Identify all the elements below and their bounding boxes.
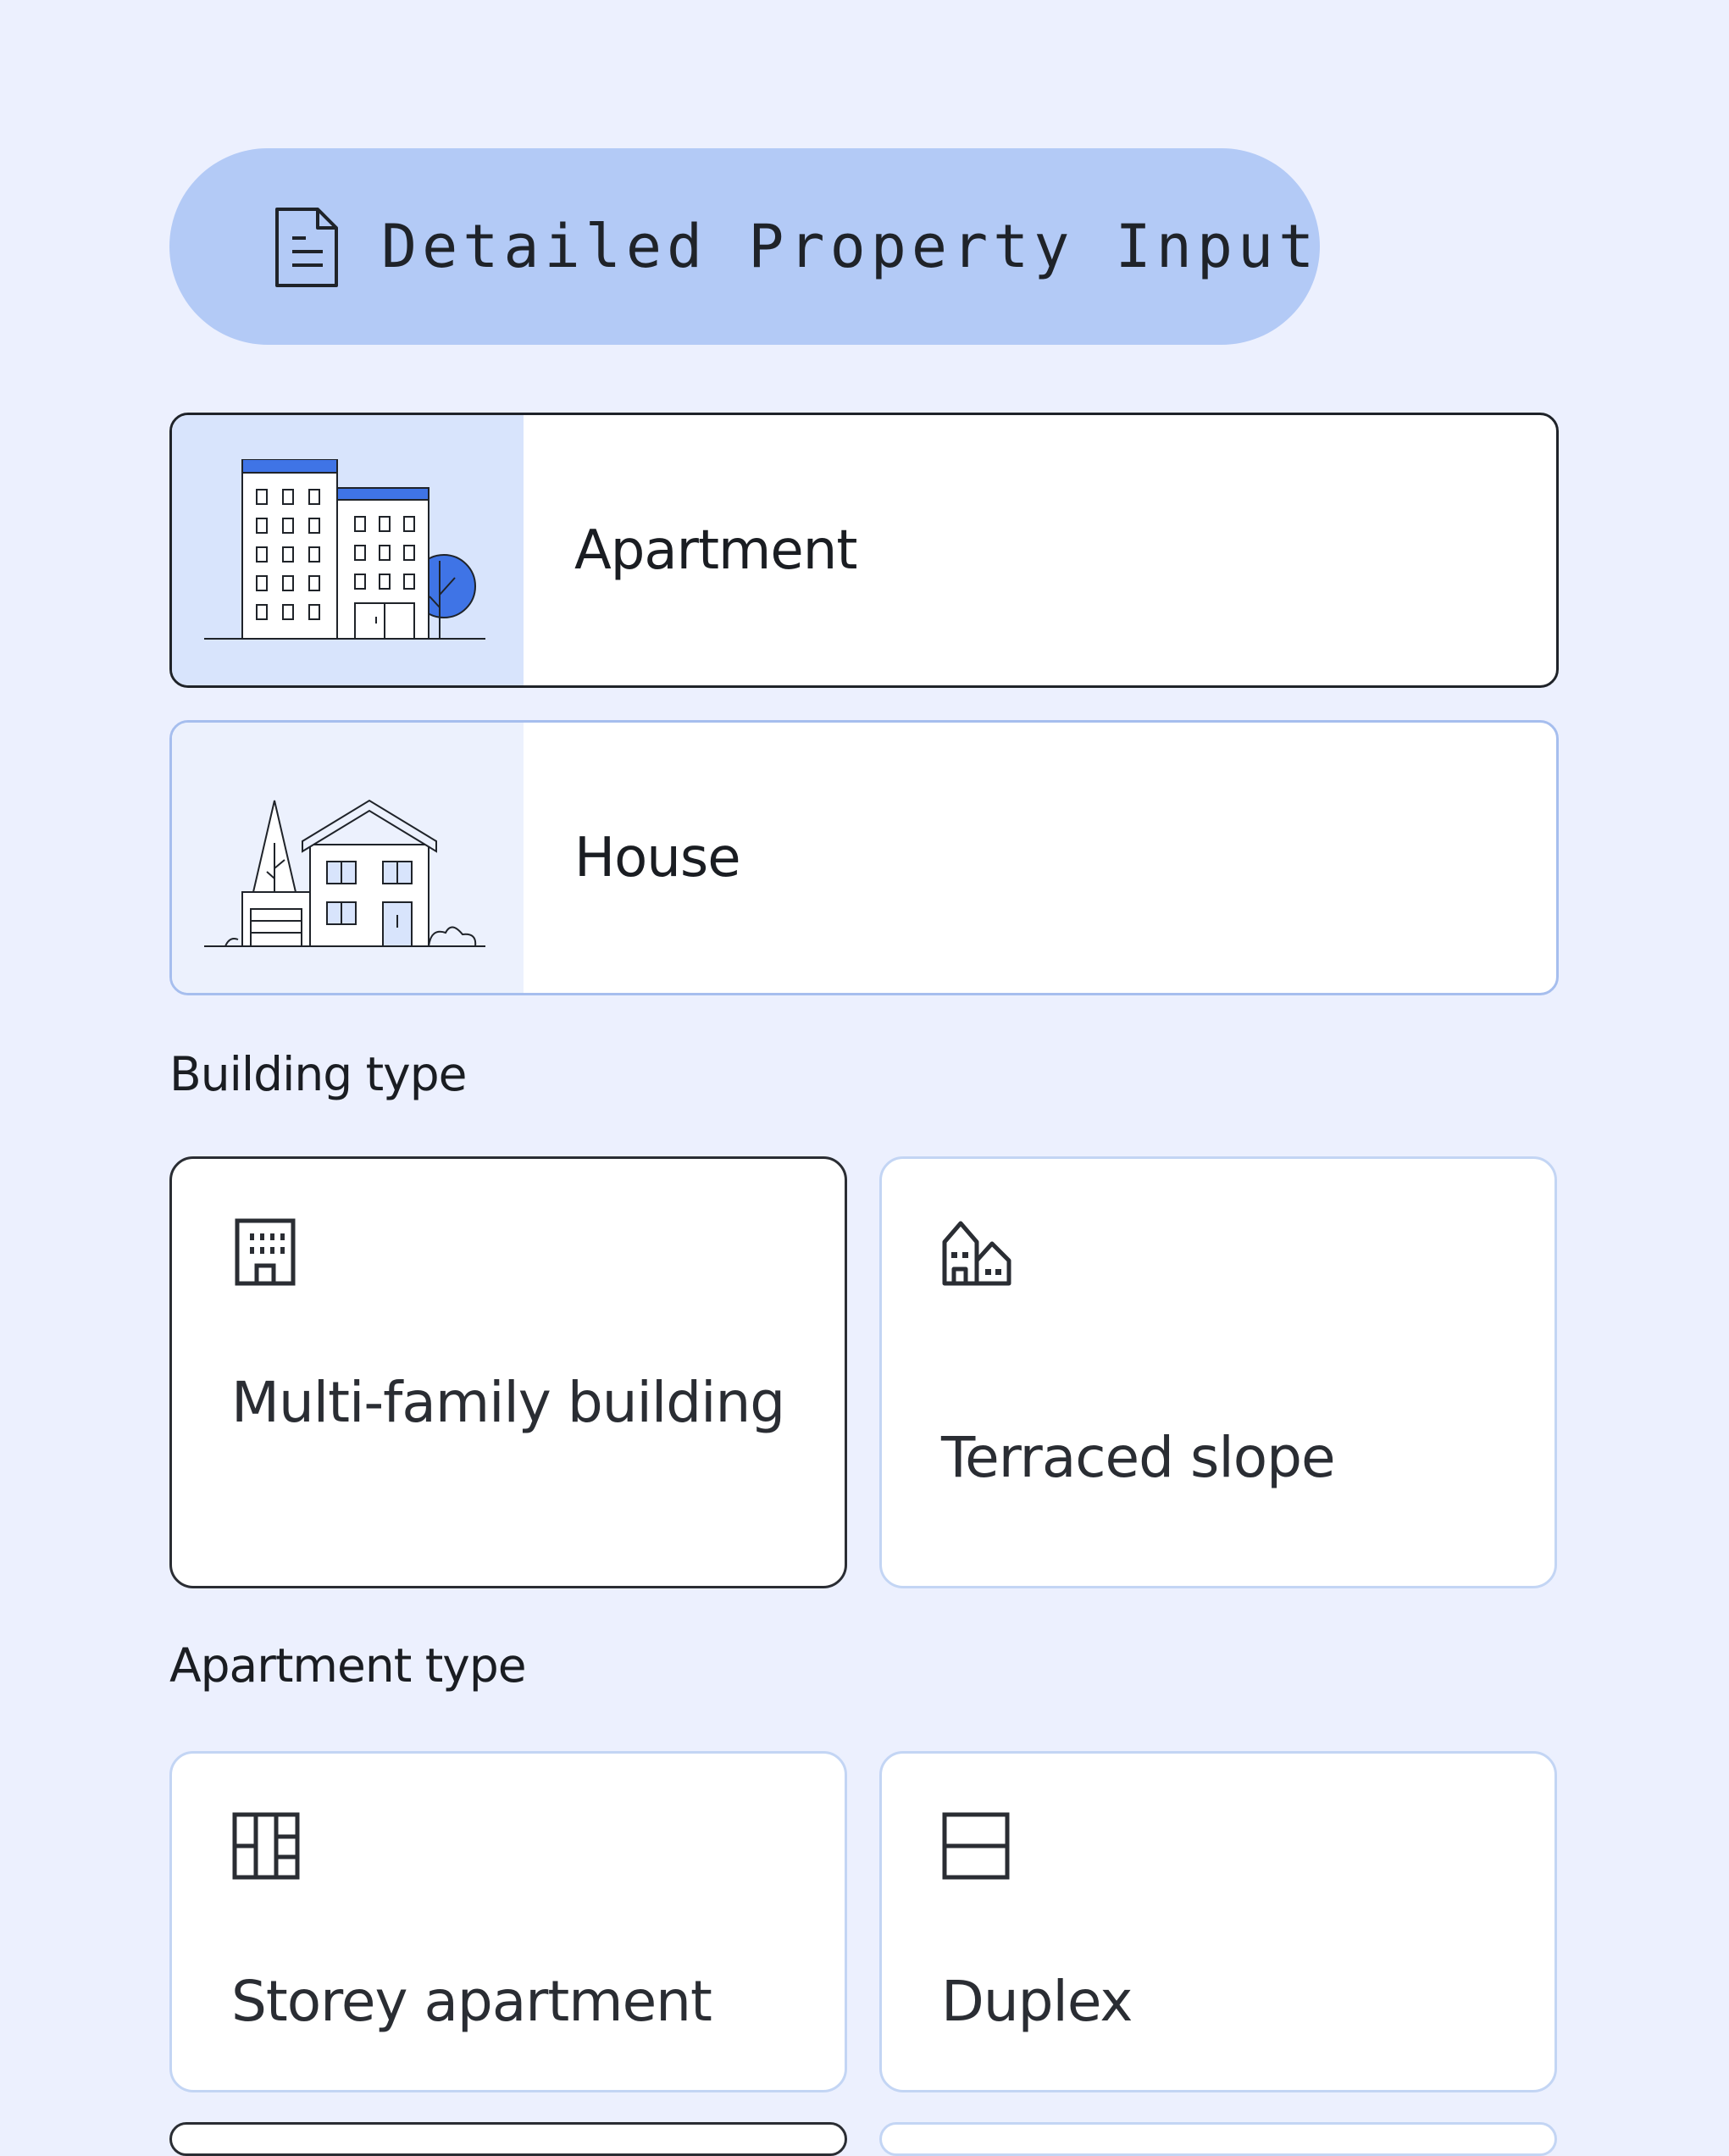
apartment-option-card-partial[interactable] bbox=[879, 2122, 1557, 2156]
building-option-terraced-slope[interactable]: Terraced slope bbox=[879, 1156, 1557, 1588]
property-type-apartment[interactable]: Apartment bbox=[169, 413, 1559, 688]
apartment-option-label: Duplex bbox=[941, 1969, 1133, 2034]
apartment-building-illustration bbox=[204, 459, 485, 640]
building-option-multi-family[interactable]: Multi-family building bbox=[169, 1156, 847, 1588]
section-header-pill: Detailed Property Input bbox=[169, 148, 1320, 345]
document-icon bbox=[275, 208, 338, 287]
apartment-option-duplex[interactable]: Duplex bbox=[879, 1751, 1557, 2092]
apartment-type-heading: Apartment type bbox=[169, 1638, 527, 1693]
property-type-label: Apartment bbox=[574, 518, 857, 582]
house-illustration bbox=[204, 799, 485, 947]
apartment-option-storey[interactable]: Storey apartment bbox=[169, 1751, 847, 2092]
page-title: Detailed Property Input bbox=[381, 212, 1320, 281]
multi-family-building-icon bbox=[235, 1218, 296, 1286]
apartment-thumbnail bbox=[172, 415, 524, 685]
building-type-heading: Building type bbox=[169, 1047, 467, 1101]
building-option-label: Multi-family building bbox=[231, 1370, 785, 1435]
property-type-house[interactable]: House bbox=[169, 720, 1559, 995]
building-option-label: Terraced slope bbox=[941, 1425, 1336, 1490]
apartment-option-label: Storey apartment bbox=[231, 1969, 712, 2034]
house-thumbnail bbox=[172, 723, 524, 993]
floor-plan-icon bbox=[232, 1812, 300, 1880]
duplex-icon bbox=[942, 1812, 1010, 1880]
terraced-houses-icon bbox=[942, 1221, 1011, 1286]
apartment-option-card-partial[interactable] bbox=[169, 2122, 847, 2156]
property-type-label: House bbox=[574, 826, 741, 890]
